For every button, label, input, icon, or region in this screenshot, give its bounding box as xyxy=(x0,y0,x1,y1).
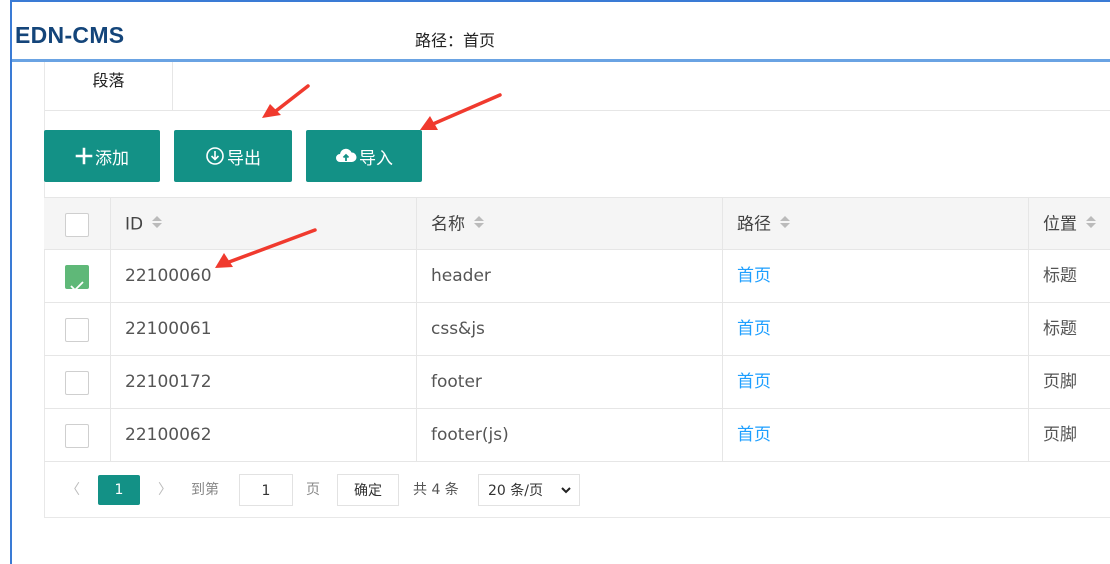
row-checkbox[interactable] xyxy=(65,265,89,292)
select-all-checkbox[interactable] xyxy=(65,213,89,237)
table-row[interactable]: 22100060 header 首页 标题 xyxy=(44,250,1110,303)
sort-icon[interactable] xyxy=(1085,198,1097,251)
page-1-button[interactable]: 1 xyxy=(98,475,140,505)
column-header-id[interactable]: ID xyxy=(110,198,416,251)
cell-path: 首页 xyxy=(722,303,1028,356)
export-button-label: 导出 xyxy=(227,148,261,169)
cell-name: css&js xyxy=(416,303,722,356)
path-link[interactable]: 首页 xyxy=(737,372,771,392)
add-button-label: 添加 xyxy=(95,148,129,169)
sort-icon[interactable] xyxy=(779,198,791,251)
chevron-down-icon xyxy=(560,475,572,519)
brand-logo[interactable]: EDN-CMS xyxy=(15,22,124,49)
window-left-border xyxy=(10,0,12,564)
path-link[interactable]: 首页 xyxy=(737,319,771,339)
tab-bar: 段落 xyxy=(45,62,1110,111)
cell-name: footer xyxy=(416,356,722,409)
add-button[interactable]: 添加 xyxy=(44,130,160,182)
next-page-icon[interactable]: 〉 xyxy=(154,474,176,506)
column-header-position[interactable]: 位置 xyxy=(1028,198,1110,251)
table-header-row: ID 名称 路径 位置 xyxy=(44,197,1110,251)
cell-position: 标题 xyxy=(1028,250,1110,303)
page-unit-label: 页 xyxy=(306,482,320,498)
row-checkbox-cell xyxy=(44,303,110,356)
table-row[interactable]: 22100172 footer 首页 页脚 xyxy=(44,356,1110,409)
import-button-label: 导入 xyxy=(359,148,393,169)
page-size-select[interactable]: 20 条/页 xyxy=(478,474,580,506)
plus-icon xyxy=(75,147,93,165)
goto-page-input[interactable]: 1 xyxy=(239,474,293,506)
top-header: EDN-CMS 路径：首页 xyxy=(12,0,1110,62)
cell-name: footer(js) xyxy=(416,409,722,462)
column-header-path[interactable]: 路径 xyxy=(722,198,1028,251)
column-header-label: 路径 xyxy=(737,214,771,235)
table-row[interactable]: 22100062 footer(js) 首页 页脚 xyxy=(44,409,1110,462)
pagination-bar: 〈 1 〉 到第 1 页 确定 共 4 条 20 条/页 xyxy=(44,462,1110,518)
page-size-value: 20 条/页 xyxy=(488,483,543,499)
path-link[interactable]: 首页 xyxy=(737,266,771,286)
cell-path: 首页 xyxy=(722,356,1028,409)
path-link[interactable]: 首页 xyxy=(737,425,771,445)
row-checkbox[interactable] xyxy=(65,318,89,342)
row-checkbox[interactable] xyxy=(65,424,89,448)
cell-path: 首页 xyxy=(722,250,1028,303)
total-count: 共 4 条 xyxy=(413,482,459,498)
column-header-label: 名称 xyxy=(431,214,465,235)
column-header-name[interactable]: 名称 xyxy=(416,198,722,251)
cell-id: 22100062 xyxy=(110,409,416,462)
header-checkbox-cell xyxy=(44,198,110,251)
cell-id: 22100060 xyxy=(110,250,416,303)
sort-icon[interactable] xyxy=(473,198,485,251)
cell-id: 22100172 xyxy=(110,356,416,409)
cell-id: 22100061 xyxy=(110,303,416,356)
export-button[interactable]: 导出 xyxy=(174,130,292,182)
goto-label: 到第 xyxy=(191,482,219,498)
column-header-label: 位置 xyxy=(1043,214,1077,235)
column-header-label: ID xyxy=(125,214,144,235)
breadcrumb: 路径：首页 xyxy=(415,31,496,50)
row-checkbox-cell xyxy=(44,356,110,409)
tab-paragraph[interactable]: 段落 xyxy=(45,62,173,110)
cell-position: 标题 xyxy=(1028,303,1110,356)
checkmark-icon xyxy=(70,281,84,292)
cloud-upload-icon xyxy=(335,147,357,165)
row-checkbox[interactable] xyxy=(65,371,89,395)
cell-position: 页脚 xyxy=(1028,356,1110,409)
row-checkbox-cell xyxy=(44,250,110,303)
cell-name: header xyxy=(416,250,722,303)
cell-path: 首页 xyxy=(722,409,1028,462)
table-row[interactable]: 22100061 css&js 首页 标题 xyxy=(44,303,1110,356)
download-circle-icon xyxy=(205,146,225,166)
sort-icon[interactable] xyxy=(151,198,163,251)
confirm-button[interactable]: 确定 xyxy=(337,474,399,506)
prev-page-icon[interactable]: 〈 xyxy=(62,474,84,506)
import-button[interactable]: 导入 xyxy=(306,130,422,182)
row-checkbox-cell xyxy=(44,409,110,462)
cell-position: 页脚 xyxy=(1028,409,1110,462)
